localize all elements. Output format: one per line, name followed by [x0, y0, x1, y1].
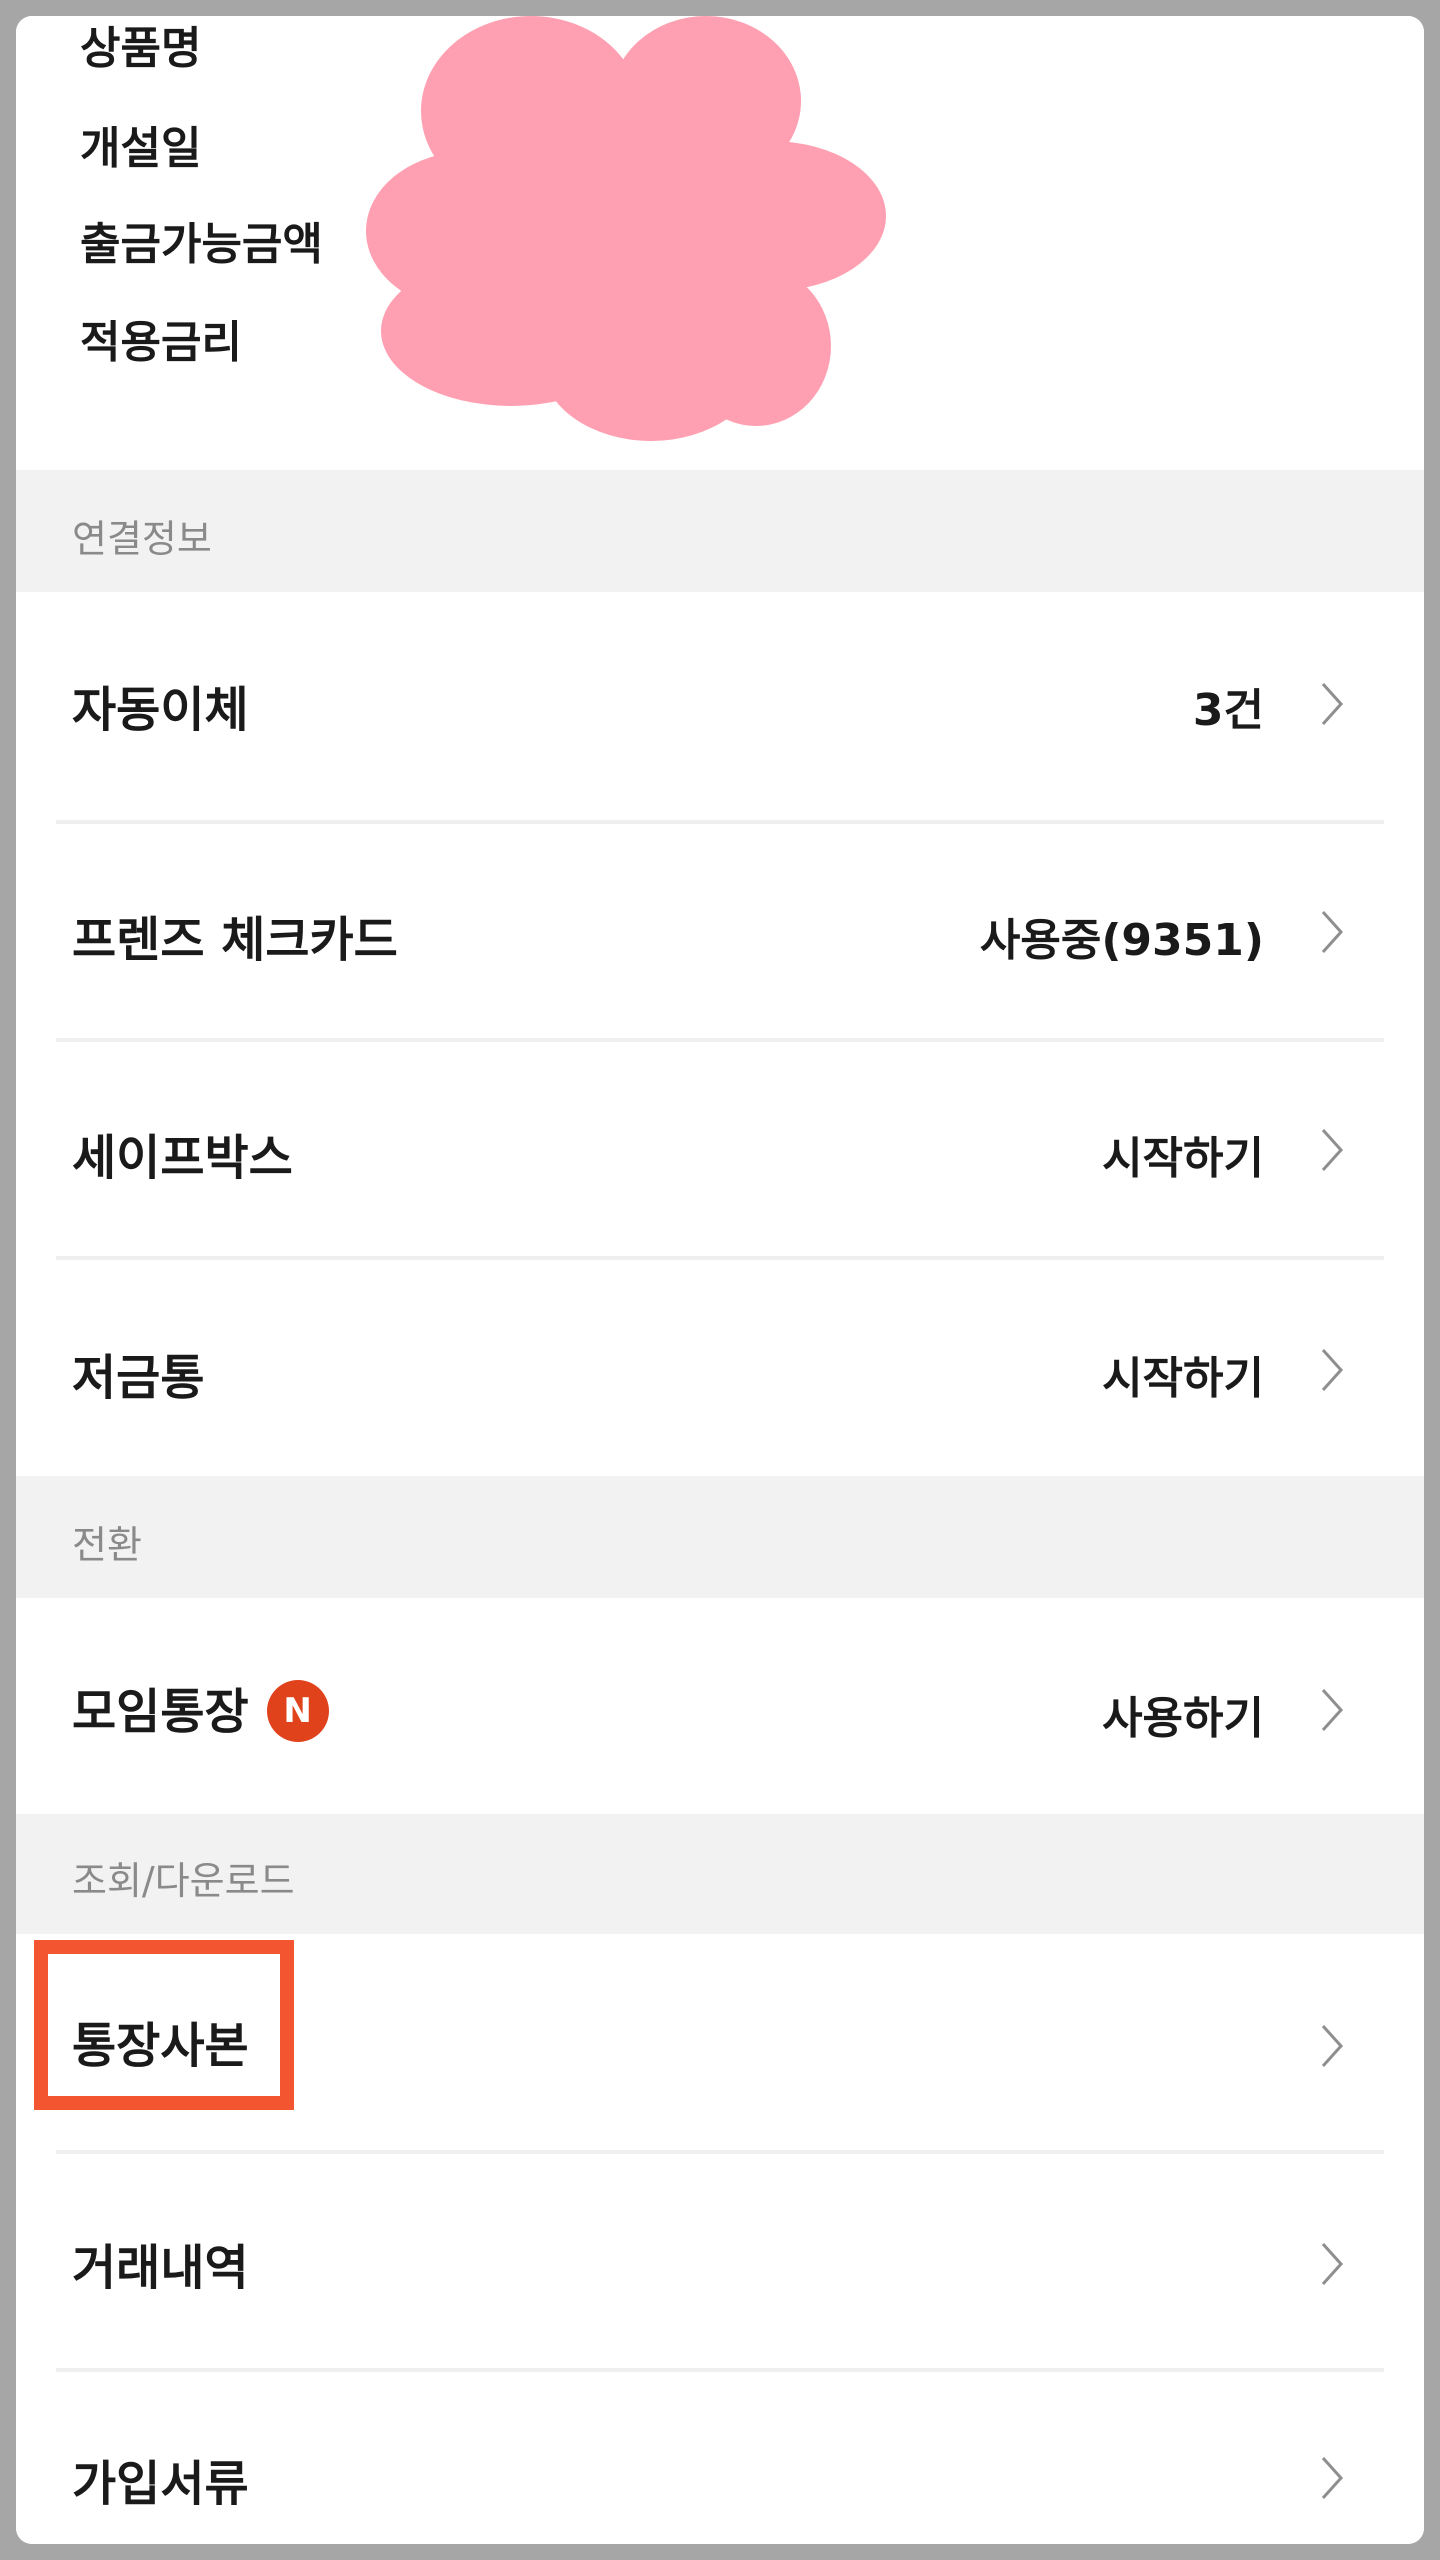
chevron-right-icon — [1321, 1688, 1344, 1732]
chevron-right-icon — [1321, 682, 1344, 726]
row-signup-documents[interactable]: 가입서류 — [16, 2372, 1424, 2544]
section-label-inquiry: 조회/다운로드 — [72, 1859, 295, 1903]
row-transactions[interactable]: 거래내역 — [16, 2154, 1424, 2368]
row-label-friends-check-card: 프렌즈 체크카드 — [72, 912, 398, 968]
chevron-right-icon — [1321, 2242, 1344, 2286]
row-label-autotransfer: 자동이체 — [72, 682, 249, 738]
section-label-connection: 연결정보 — [72, 517, 212, 561]
row-value-piggybank: 시작하기 — [1102, 1353, 1264, 1404]
open-date-label: 개설일 — [80, 123, 202, 174]
row-value-friends-check-card: 사용중(9351) — [979, 915, 1264, 966]
product-name-label: 상품명 — [80, 23, 202, 74]
row-label-piggybank: 저금통 — [72, 1350, 205, 1406]
row-safebox[interactable]: 세이프박스 시작하기 — [16, 1042, 1424, 1256]
section-header-conversion: 전환 — [16, 1476, 1424, 1598]
row-group-account[interactable]: 모임통장 N 사용하기 — [16, 1598, 1424, 1814]
account-info-block: 상품명 개설일 출금가능금액 적용금리 — [16, 16, 1424, 470]
chevron-right-icon — [1321, 1348, 1344, 1392]
row-value-autotransfer: 3건 — [1192, 685, 1264, 736]
row-value-safebox: 시작하기 — [1102, 1133, 1264, 1184]
row-label-safebox: 세이프박스 — [72, 1130, 293, 1186]
highlight-box — [34, 1940, 294, 2110]
section-label-conversion: 전환 — [72, 1523, 142, 1567]
chevron-right-icon — [1321, 2024, 1344, 2068]
chevron-right-icon — [1321, 910, 1344, 954]
withdrawable-amount-label: 출금가능금액 — [80, 219, 323, 270]
new-badge: N — [266, 1680, 329, 1742]
row-label-group-account: 모임통장 — [72, 1684, 249, 1740]
interest-rate-label: 적용금리 — [80, 317, 242, 368]
row-value-group-account: 사용하기 — [1102, 1693, 1264, 1744]
row-label-transactions: 거래내역 — [72, 2240, 249, 2296]
chevron-right-icon — [1321, 2456, 1344, 2500]
section-header-inquiry: 조회/다운로드 — [16, 1814, 1424, 1934]
row-label-signup-documents: 가입서류 — [72, 2456, 249, 2512]
row-autotransfer[interactable]: 자동이체 3건 — [16, 592, 1424, 810]
section-header-connection: 연결정보 — [16, 470, 1424, 592]
account-detail-screen: 상품명 개설일 출금가능금액 적용금리 연결정보 자동이체 3건 프렌즈 체크카… — [16, 16, 1424, 2544]
redaction-flower — [366, 16, 886, 441]
row-piggybank[interactable]: 저금통 시작하기 — [16, 1260, 1424, 1476]
row-label-group-account-wrap: 모임통장 N — [72, 1672, 329, 1746]
row-friends-check-card[interactable]: 프렌즈 체크카드 사용중(9351) — [16, 824, 1424, 1036]
chevron-right-icon — [1321, 1128, 1344, 1172]
